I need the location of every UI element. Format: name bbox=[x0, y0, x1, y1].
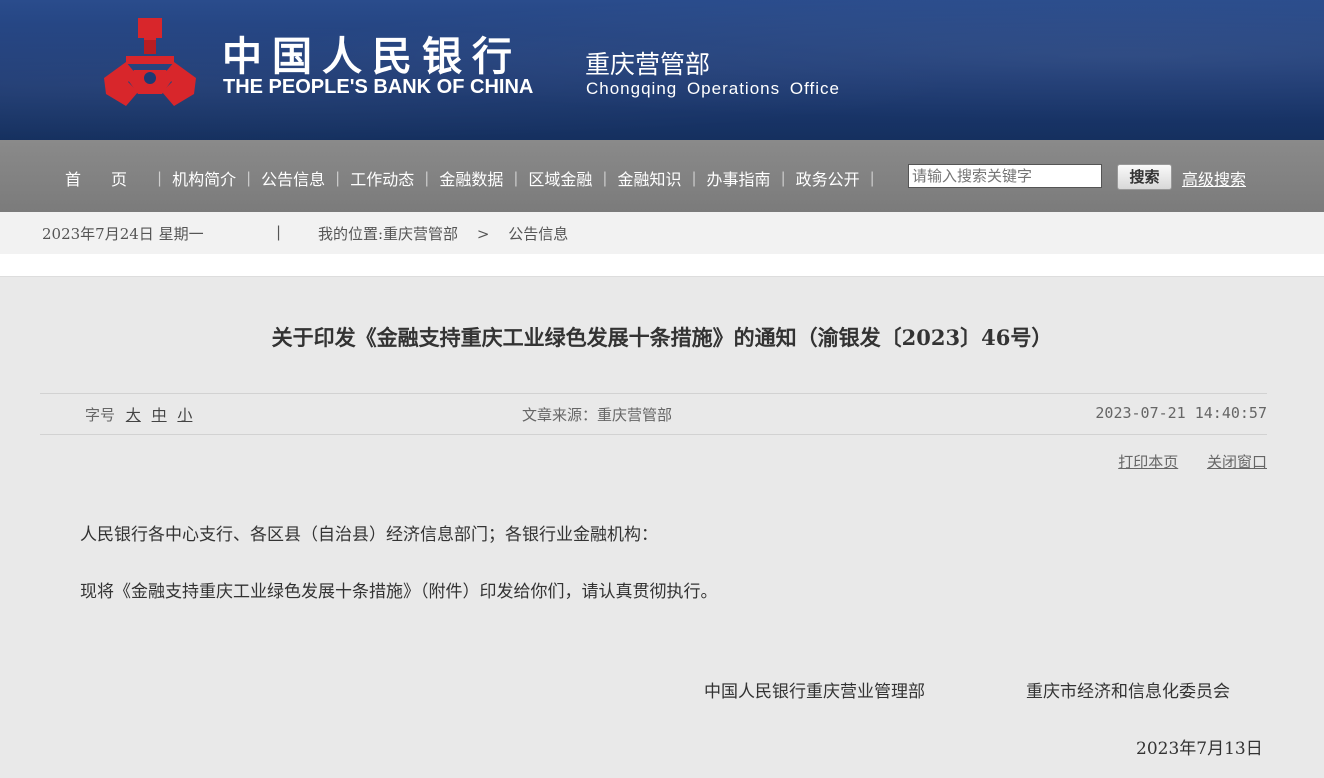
nav-item-financial-data[interactable]: 金融数据 bbox=[429, 166, 513, 190]
font-size-small[interactable]: 小 bbox=[177, 406, 192, 424]
pboc-logo-icon bbox=[104, 18, 196, 106]
breadcrumb-location[interactable]: 我的位置:重庆营管部 bbox=[318, 225, 458, 243]
breadcrumb-current[interactable]: 公告信息 bbox=[508, 225, 568, 243]
nav-item-news[interactable]: 工作动态 bbox=[340, 166, 424, 190]
nav-item-about[interactable]: 机构简介 bbox=[162, 166, 246, 190]
office-name-en: Chongqing Operations Office bbox=[586, 79, 840, 98]
article-timestamp: 2023-07-21 14:40:57 bbox=[1095, 404, 1267, 422]
nav-item-service-guide[interactable]: 办事指南 bbox=[697, 166, 781, 190]
nav-item-financial-knowledge[interactable]: 金融知识 bbox=[607, 166, 691, 190]
search-button[interactable]: 搜索 bbox=[1117, 164, 1172, 190]
nav-item-announcements[interactable]: 公告信息 bbox=[251, 166, 335, 190]
article-title: 关于印发《金融支持重庆工业绿色发展十条措施》的通知（渝银发〔2023〕46号） bbox=[271, 325, 1053, 350]
breadcrumb: 我的位置:重庆营管部 > 公告信息 bbox=[318, 223, 568, 244]
nav-item-regional-finance[interactable]: 区域金融 bbox=[518, 166, 602, 190]
divider-band bbox=[0, 254, 1324, 277]
advanced-search-link[interactable]: 高级搜索 bbox=[1182, 166, 1246, 190]
print-page-link[interactable]: 打印本页 bbox=[1118, 453, 1178, 471]
sign-date: 2023年7月13日 bbox=[1136, 739, 1263, 759]
breadcrumb-separator: > bbox=[476, 225, 490, 243]
article-meta: 字号 大 中 小 文章来源：重庆营管部 2023-07-21 14:40:57 bbox=[40, 393, 1267, 435]
close-window-link[interactable]: 关闭窗口 bbox=[1207, 453, 1267, 471]
nav-separator: | bbox=[869, 169, 875, 187]
article-salutation: 人民银行各中心支行、各区县（自治县）经济信息部门；各银行业金融机构： bbox=[80, 525, 658, 545]
font-size-label: 字号 bbox=[85, 406, 116, 424]
font-size-large[interactable]: 大 bbox=[126, 406, 141, 424]
nav-items: 首页 | 机构简介 | 公告信息 | 工作动态 | 金融数据 | 区域金融 | … bbox=[55, 166, 875, 190]
office-name-cn: 重庆营管部 bbox=[585, 50, 711, 79]
bank-name-en: THE PEOPLE'S BANK OF CHINA bbox=[223, 76, 534, 98]
current-date: 2023年7月24日 星期一 bbox=[42, 225, 204, 243]
font-size-control: 字号 大 中 小 bbox=[85, 404, 192, 425]
signatory-commission: 重庆市经济和信息化委员会 bbox=[1026, 682, 1230, 702]
font-size-medium[interactable]: 中 bbox=[152, 406, 167, 424]
signatory-pboc: 中国人民银行重庆营业管理部 bbox=[704, 682, 925, 702]
nav-item-government-affairs[interactable]: 政务公开 bbox=[786, 166, 870, 190]
article-tools: 打印本页 关闭窗口 bbox=[1094, 451, 1267, 472]
header-banner: 中国人民银行 THE PEOPLE'S BANK OF CHINA 重庆营管部 … bbox=[0, 0, 1324, 140]
status-separator: | bbox=[276, 223, 282, 241]
article-source: 文章来源：重庆营管部 bbox=[522, 406, 673, 424]
bank-name-cn: 中国人民银行 bbox=[222, 34, 522, 80]
article-body: 现将《金融支持重庆工业绿色发展十条措施》（附件）印发给你们，请认真贯彻执行。 bbox=[80, 582, 718, 602]
nav-item-home[interactable]: 首页 bbox=[55, 166, 157, 190]
search-input[interactable] bbox=[908, 164, 1102, 188]
status-bar: 2023年7月24日 星期一 | 我的位置:重庆营管部 > 公告信息 bbox=[0, 212, 1324, 254]
